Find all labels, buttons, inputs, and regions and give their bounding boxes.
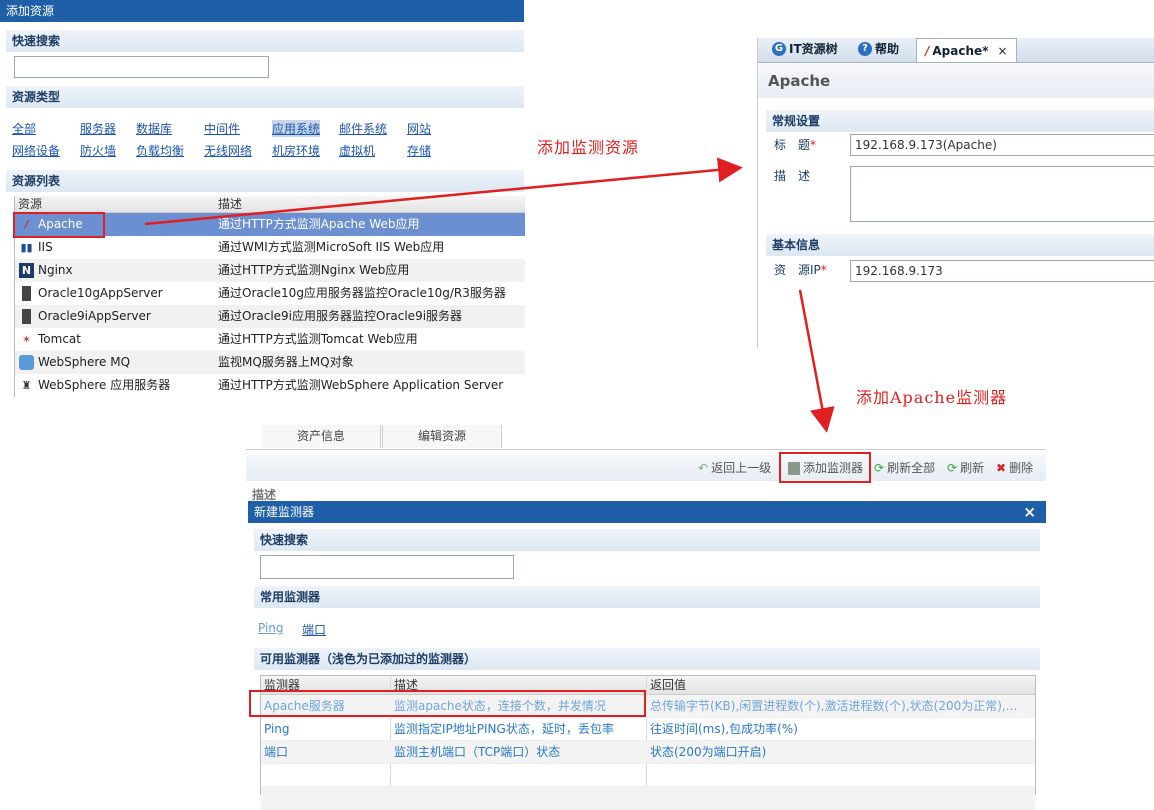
- back-icon: ↶: [698, 461, 709, 475]
- table-row[interactable]: Ping 监测指定IP地址PING状态，延时，丢包率 往返时间(ms),包成功率…: [261, 718, 1035, 741]
- common-monitors-header: 常用监测器: [254, 586, 1040, 608]
- delete-icon: ✖: [996, 461, 1007, 475]
- table-row-empty: [261, 764, 1035, 787]
- common-link-ping[interactable]: Ping: [258, 621, 284, 635]
- table-row-empty: [261, 787, 1035, 810]
- monitor-quick-search-header: 快速搜索: [254, 529, 1040, 551]
- refresh-all-icon: ⟳: [874, 461, 885, 475]
- refresh-button[interactable]: ⟳ 刷新: [947, 455, 984, 481]
- back-button[interactable]: ↶ 返回上一级: [698, 455, 771, 481]
- arrow-to-apache-panel: [144, 157, 743, 226]
- tab-edit-resource[interactable]: 编辑资源: [382, 425, 502, 448]
- close-icon[interactable]: ×: [1023, 501, 1036, 523]
- refresh-icon: ⟳: [947, 461, 958, 475]
- monitor-name: Ping: [264, 722, 290, 736]
- tab-asset-info[interactable]: 资产信息: [262, 425, 381, 448]
- detail-toolbar: ↶ 返回上一级 添加监测器 ⟳ 刷新全部 ⟳ 刷新 ✖ 删除: [246, 455, 1046, 481]
- new-monitor-dialog: 新建监测器 × 快速搜索 常用监测器 Ping 端口 可用监测器（浅色为已添加过…: [248, 501, 1046, 810]
- monitor-return: 状态(200为端口开启): [650, 745, 767, 759]
- monitor-search-input[interactable]: [260, 555, 514, 579]
- col-return: 返回值: [650, 678, 687, 692]
- monitor-desc: 监测主机端口（TCP端口）状态: [394, 745, 561, 759]
- monitor-return: 往返时间(ms),包成功率(%): [650, 722, 798, 736]
- monitor-return: 总传输字节(KB),闲置进程数(个),激活进程数(个),状态(200为正常),.…: [650, 699, 1018, 713]
- arrow-to-add-monitor: [798, 289, 835, 433]
- detail-tabbar: 资产信息 编辑资源: [246, 425, 1046, 450]
- highlight-add-monitor: [779, 452, 871, 483]
- available-monitors-header: 可用监测器（浅色为已添加过的监测器）: [254, 648, 1040, 670]
- table-row[interactable]: 端口 监测主机端口（TCP端口）状态 状态(200为端口开启): [261, 741, 1035, 764]
- common-link-port[interactable]: 端口: [302, 621, 326, 638]
- monitor-name: 端口: [264, 745, 289, 759]
- refresh-all-button[interactable]: ⟳ 刷新全部: [874, 455, 935, 481]
- detail-tab-blank: [246, 425, 263, 448]
- dialog-title-bar: 新建监测器 ×: [248, 501, 1046, 523]
- highlight-apache-monitor: [249, 690, 646, 717]
- dialog-title: 新建监测器: [254, 505, 315, 519]
- monitor-desc: 监测指定IP地址PING状态，延时，丢包率: [394, 722, 614, 736]
- delete-button[interactable]: ✖ 删除: [996, 455, 1033, 481]
